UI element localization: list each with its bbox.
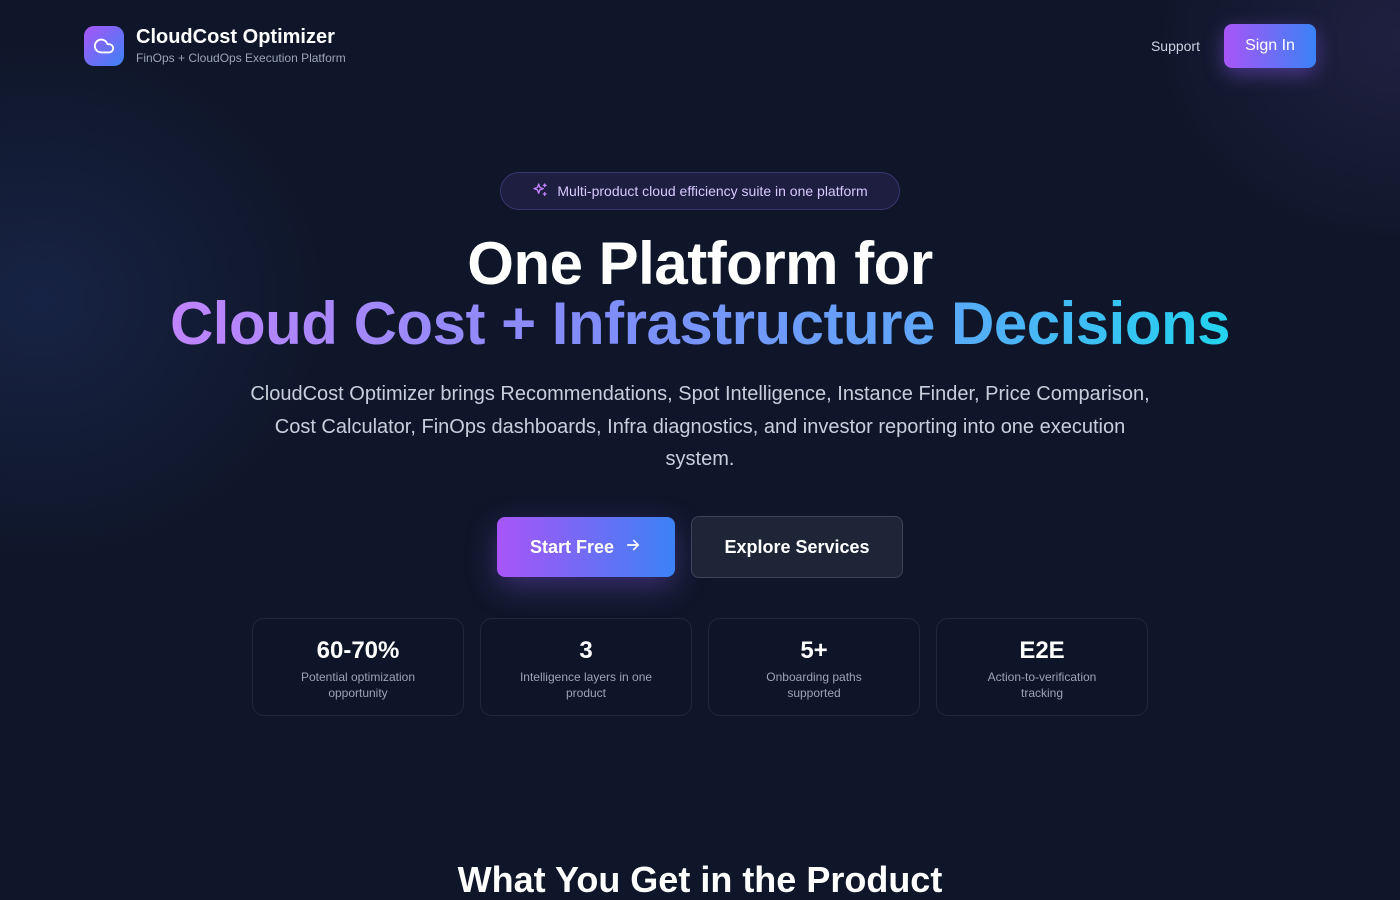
cta-row: Start Free Explore Services — [497, 516, 903, 578]
start-free-label: Start Free — [529, 536, 615, 557]
cloud-icon — [84, 26, 124, 66]
stat-value: 60-70% — [316, 637, 400, 664]
sparkles-icon — [532, 182, 548, 201]
header-nav: Support Sign In — [1151, 24, 1316, 68]
stat-label: Intelligence layers in one product — [519, 670, 653, 700]
stats-row: 60-70% Potential optimization opportunit… — [252, 618, 1148, 716]
hero-badge-text: Multi-product cloud efficiency suite in … — [557, 183, 868, 199]
stat-card: 3 Intelligence layers in one product — [480, 618, 692, 716]
stat-card: 60-70% Potential optimization opportunit… — [252, 618, 464, 716]
brand-text: CloudCost Optimizer FinOps + CloudOps Ex… — [136, 25, 346, 67]
start-free-button[interactable]: Start Free — [497, 517, 675, 577]
section-title: What You Get in the Product — [457, 859, 943, 900]
stat-card: E2E Action-to-verification tracking — [936, 618, 1148, 716]
brand-subtitle: FinOps + CloudOps Execution Platform — [136, 51, 346, 65]
hero-title: One Platform for Cloud Cost + Infrastruc… — [0, 234, 1400, 354]
brand-title: CloudCost Optimizer — [136, 26, 335, 48]
explore-services-button[interactable]: Explore Services — [691, 516, 903, 578]
landing-page: CloudCost Optimizer FinOps + CloudOps Ex… — [0, 0, 1400, 900]
stat-value: 5+ — [800, 637, 828, 664]
stat-label: Onboarding paths supported — [766, 670, 862, 700]
sign-in-button[interactable]: Sign In — [1224, 24, 1316, 68]
brand[interactable]: CloudCost Optimizer FinOps + CloudOps Ex… — [84, 25, 346, 67]
arrow-right-icon — [624, 536, 642, 559]
hero-badge: Multi-product cloud efficiency suite in … — [500, 172, 900, 210]
stat-label: Action-to-verification tracking — [987, 670, 1097, 700]
hero-description: CloudCost Optimizer brings Recommendatio… — [250, 383, 1150, 470]
stat-card: 5+ Onboarding paths supported — [708, 618, 920, 716]
stat-value: 3 — [579, 637, 593, 664]
support-link[interactable]: Support — [1151, 38, 1200, 54]
hero-title-line2: Cloud Cost + Infrastructure Decisions — [169, 290, 1231, 357]
stat-label: Potential optimization opportunity — [300, 670, 416, 700]
stat-value: E2E — [1019, 637, 1065, 664]
hero-title-line1: One Platform for — [467, 230, 933, 297]
top-header: CloudCost Optimizer FinOps + CloudOps Ex… — [84, 24, 1316, 68]
